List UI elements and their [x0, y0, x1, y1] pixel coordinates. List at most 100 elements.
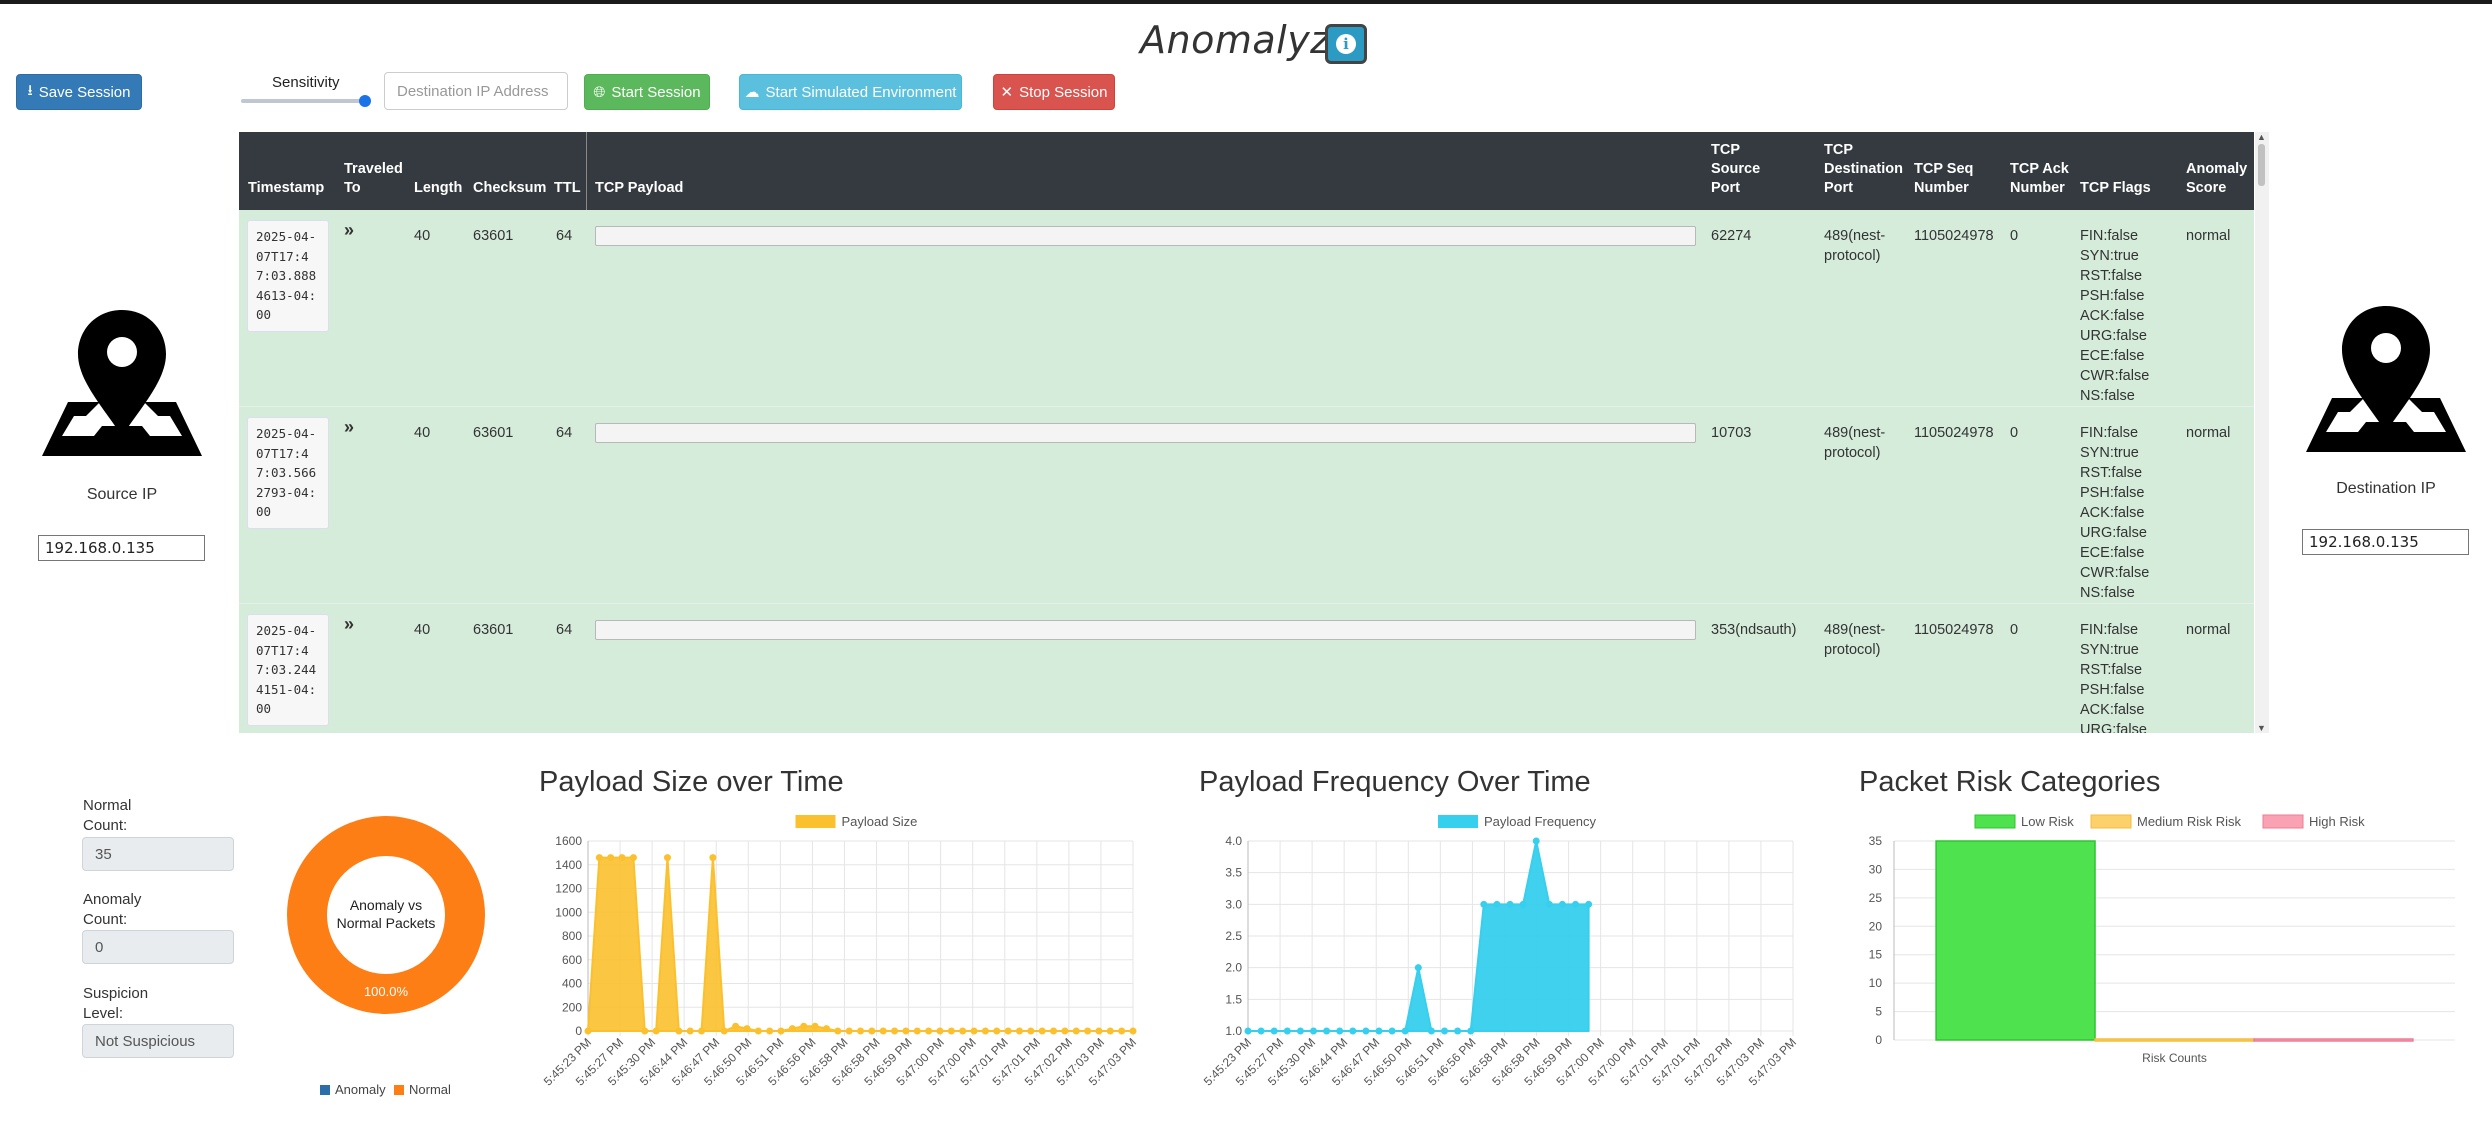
data-point[interactable]: [1118, 1027, 1126, 1035]
data-point[interactable]: [1257, 1027, 1265, 1035]
data-point[interactable]: [1375, 1027, 1383, 1035]
data-point[interactable]: [879, 1027, 887, 1035]
traveled-to-icon[interactable]: »: [344, 417, 354, 437]
data-point[interactable]: [754, 1027, 762, 1035]
bar[interactable]: [2253, 1038, 2414, 1042]
data-point[interactable]: [652, 1027, 660, 1035]
data-point[interactable]: [891, 1027, 899, 1035]
data-point[interactable]: [1296, 1027, 1304, 1035]
tcp-payload-field[interactable]: [595, 423, 1696, 443]
data-point[interactable]: [822, 1025, 830, 1033]
tcp-payload-field[interactable]: [595, 620, 1696, 640]
data-point[interactable]: [993, 1027, 1001, 1035]
data-point[interactable]: [1310, 1027, 1318, 1035]
scroll-down-icon[interactable]: ▼: [2257, 723, 2266, 733]
data-point[interactable]: [845, 1027, 853, 1035]
data-point[interactable]: [1545, 900, 1553, 908]
scroll-up-icon[interactable]: ▲: [2257, 132, 2266, 142]
data-point[interactable]: [925, 1027, 933, 1035]
data-point[interactable]: [1493, 900, 1501, 908]
data-point[interactable]: [1106, 1027, 1114, 1035]
bar[interactable]: [1935, 840, 2096, 1041]
data-point[interactable]: [1519, 900, 1527, 908]
scroll-thumb[interactable]: [2258, 144, 2265, 186]
data-point[interactable]: [641, 1027, 649, 1035]
data-point[interactable]: [1401, 1027, 1409, 1035]
data-point[interactable]: [1336, 1027, 1344, 1035]
data-point[interactable]: [1427, 1027, 1435, 1035]
data-point[interactable]: [584, 1027, 592, 1035]
data-point[interactable]: [1027, 1027, 1035, 1035]
data-point[interactable]: [1506, 900, 1514, 908]
data-point[interactable]: [732, 1022, 740, 1030]
data-point[interactable]: [1585, 900, 1593, 908]
data-point[interactable]: [1467, 1027, 1475, 1035]
bar[interactable]: [2094, 1038, 2255, 1042]
data-point[interactable]: [857, 1027, 864, 1035]
data-point[interactable]: [1270, 1027, 1278, 1035]
data-point[interactable]: [1362, 1027, 1370, 1035]
data-point[interactable]: [1072, 1027, 1080, 1035]
data-point[interactable]: [959, 1027, 967, 1035]
data-point[interactable]: [766, 1027, 774, 1035]
data-point[interactable]: [800, 1022, 808, 1030]
data-point[interactable]: [1414, 964, 1422, 972]
data-point[interactable]: [1084, 1027, 1092, 1035]
data-point[interactable]: [709, 854, 717, 862]
save-session-button[interactable]: ⭳ Save Session: [16, 74, 142, 110]
data-point[interactable]: [811, 1022, 819, 1030]
data-point[interactable]: [1129, 1027, 1137, 1035]
data-point[interactable]: [1095, 1027, 1103, 1035]
data-point[interactable]: [1004, 1027, 1012, 1035]
destination-ip-input[interactable]: 192.168.0.135: [2302, 529, 2469, 555]
data-point[interactable]: [1572, 900, 1580, 908]
data-point[interactable]: [1283, 1027, 1291, 1035]
data-point[interactable]: [1532, 837, 1540, 845]
traveled-to-icon[interactable]: »: [344, 614, 354, 634]
data-point[interactable]: [1388, 1027, 1396, 1035]
data-point[interactable]: [1454, 1027, 1462, 1035]
data-point[interactable]: [1038, 1027, 1046, 1035]
data-point[interactable]: [618, 854, 626, 862]
data-point[interactable]: [1349, 1027, 1357, 1035]
destination-ip-input[interactable]: Destination IP Address: [384, 72, 568, 110]
data-point[interactable]: [698, 1027, 706, 1035]
data-point[interactable]: [902, 1027, 910, 1035]
data-point[interactable]: [913, 1027, 921, 1035]
data-point[interactable]: [1050, 1027, 1058, 1035]
traveled-to-icon[interactable]: »: [344, 220, 354, 240]
data-point[interactable]: [743, 1025, 751, 1033]
data-point[interactable]: [1441, 1027, 1449, 1035]
start-simulated-environment-button[interactable]: ☁ Start Simulated Environment: [739, 74, 962, 110]
data-point[interactable]: [1558, 900, 1566, 908]
data-point[interactable]: [1061, 1027, 1069, 1035]
stop-session-button[interactable]: ✕ Stop Session: [993, 74, 1115, 110]
data-point[interactable]: [777, 1027, 785, 1035]
data-point[interactable]: [1480, 900, 1488, 908]
data-point[interactable]: [970, 1027, 978, 1035]
data-point[interactable]: [947, 1027, 955, 1035]
data-point[interactable]: [595, 854, 603, 862]
data-point[interactable]: [607, 854, 615, 862]
data-point[interactable]: [1015, 1027, 1023, 1035]
sensitivity-slider-thumb[interactable]: [359, 95, 371, 107]
start-session-button[interactable]: 🌐︎ Start Session: [584, 74, 710, 110]
sensitivity-slider[interactable]: [241, 99, 370, 103]
data-point[interactable]: [1244, 1027, 1252, 1035]
data-point[interactable]: [663, 854, 671, 862]
data-point[interactable]: [629, 854, 637, 862]
info-button[interactable]: i: [1325, 24, 1367, 64]
data-point[interactable]: [868, 1027, 876, 1035]
data-point[interactable]: [1323, 1027, 1331, 1035]
data-point[interactable]: [720, 1027, 728, 1035]
y-tick-label: 0: [1875, 1033, 1882, 1047]
data-point[interactable]: [981, 1027, 989, 1035]
data-point[interactable]: [834, 1027, 842, 1035]
data-point[interactable]: [788, 1025, 796, 1033]
data-point[interactable]: [686, 1027, 694, 1035]
table-scrollbar[interactable]: ▲ ▼: [2255, 132, 2269, 733]
tcp-payload-field[interactable]: [595, 226, 1696, 246]
source-ip-input[interactable]: 192.168.0.135: [38, 535, 205, 561]
data-point[interactable]: [936, 1027, 944, 1035]
data-point[interactable]: [675, 1027, 683, 1035]
